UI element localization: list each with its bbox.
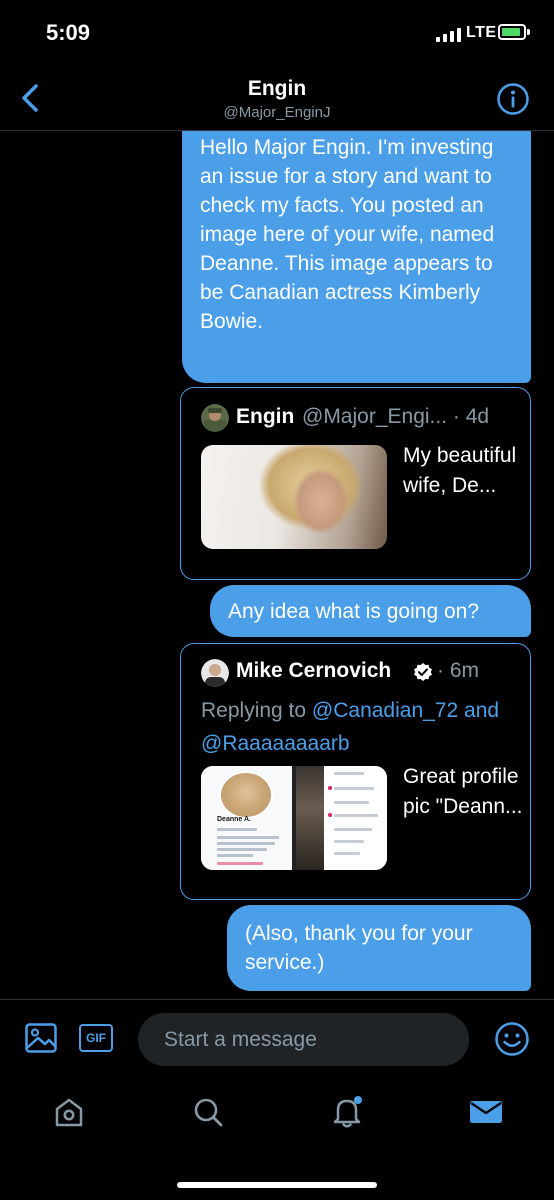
shared-tweet-card[interactable]: Mike Cernovich · 6m Replying to @Canadia… xyxy=(180,643,531,900)
search-icon[interactable] xyxy=(191,1095,225,1129)
tweet-text: My beautiful wife, De... xyxy=(403,444,517,497)
battery-tip xyxy=(527,29,530,35)
tweet-photo: Deanne A. xyxy=(201,766,387,870)
status-bar: 5:09 LTE xyxy=(0,0,554,70)
emoji-icon[interactable] xyxy=(494,1021,530,1057)
conversation-name[interactable]: Engin xyxy=(0,77,554,101)
image-icon[interactable] xyxy=(24,1021,58,1055)
home-icon[interactable] xyxy=(52,1095,86,1129)
status-time: 5:09 xyxy=(46,20,91,45)
tweet-text: Great profile pic "Deann... xyxy=(403,765,523,818)
message-composer: GIF Start a message xyxy=(0,999,554,1080)
network-type: LTE xyxy=(466,24,497,41)
replying-to: Replying to @Canadian_72 and @Raaaaaaaar… xyxy=(201,694,521,760)
and-word: and xyxy=(464,699,500,722)
info-icon[interactable] xyxy=(496,82,530,116)
avatar xyxy=(201,659,229,687)
message-bubble[interactable]: (Also, thank you for your service.) xyxy=(227,905,531,991)
replying-prefix: Replying to xyxy=(201,699,307,722)
message-bubble[interactable]: Hello Major Engin. I'm investing an issu… xyxy=(182,131,531,383)
tweet-photo xyxy=(201,445,387,549)
message-thread[interactable]: Hello Major Engin. I'm investing an issu… xyxy=(0,131,554,999)
tweet-time: · 6m xyxy=(437,659,479,682)
tweet-handle-time: @Major_Engi... · 4d xyxy=(302,405,490,428)
tab-bar xyxy=(0,1079,554,1200)
mention-link[interactable]: @Raaaaaaaarb xyxy=(201,732,350,755)
tweet-author-name: Mike Cernovich xyxy=(236,659,392,682)
conversation-handle: @Major_EnginJ xyxy=(223,104,331,121)
gif-button[interactable]: GIF xyxy=(79,1024,113,1052)
thumbnail-profile-name: Deanne A. xyxy=(217,816,251,823)
mention-link[interactable]: @Canadian_72 xyxy=(312,699,458,722)
verified-badge-icon xyxy=(414,663,432,681)
messages-icon[interactable] xyxy=(469,1095,503,1129)
shared-tweet-card[interactable]: Engin @Major_Engi... · 4d My beautiful w… xyxy=(180,387,531,580)
avatar xyxy=(201,404,229,432)
message-input[interactable]: Start a message xyxy=(138,1013,469,1066)
notifications-icon[interactable] xyxy=(330,1095,364,1129)
message-bubble[interactable]: Any idea what is going on? xyxy=(210,585,531,637)
battery-icon xyxy=(498,24,526,40)
tweet-author-name: Engin xyxy=(236,405,295,428)
cellular-signal-icon xyxy=(436,28,461,42)
conversation-header: Engin @Major_EnginJ xyxy=(0,70,554,131)
home-indicator xyxy=(177,1182,377,1188)
